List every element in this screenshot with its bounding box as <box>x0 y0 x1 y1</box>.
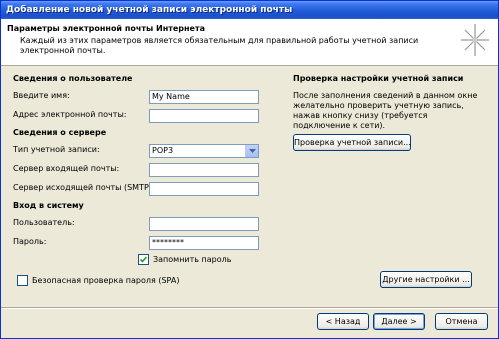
email-input[interactable] <box>149 109 259 123</box>
back-button[interactable]: < Назад <box>317 313 369 330</box>
test-account-button[interactable]: Проверка учетной записи... <box>293 134 411 151</box>
server-info-section-label: Сведения о сервере <box>13 128 107 137</box>
user-label: Пользователь: <box>13 218 75 227</box>
footer-divider <box>1 307 498 309</box>
next-button[interactable]: Далее > <box>373 313 425 330</box>
login-section-label: Вход в систему <box>13 201 84 210</box>
account-type-label: Тип учетной записи: <box>13 145 100 154</box>
incoming-server-label: Сервер входящей почты: <box>13 164 120 173</box>
name-input[interactable]: My Name <box>149 90 259 104</box>
spa-label[interactable]: Безопасная проверка пароля (SPA) <box>32 276 179 285</box>
cancel-button[interactable]: Отмена <box>435 313 488 330</box>
checkmark-icon <box>140 256 147 263</box>
chevron-down-icon[interactable] <box>245 145 258 157</box>
more-settings-button[interactable]: Другие настройки ... <box>380 271 472 288</box>
user-info-section-label: Сведения о пользователе <box>13 74 133 83</box>
spa-checkbox[interactable] <box>17 275 28 286</box>
outgoing-server-input[interactable] <box>149 182 259 196</box>
test-settings-description: После заполнения сведений в данном окне … <box>293 91 478 130</box>
name-label: Введите имя: <box>13 91 70 100</box>
incoming-server-input[interactable] <box>149 163 259 177</box>
user-input[interactable] <box>149 217 259 231</box>
header-description: Каждый из этих параметров является обяза… <box>20 36 419 55</box>
outgoing-server-label: Сервер исходящей почты (SMTP): <box>13 183 155 192</box>
sparkle-wizard-icon <box>457 22 493 60</box>
wizard-content: Сведения о пользователе Введите имя: My … <box>1 67 498 307</box>
test-settings-section-label: Проверка настройки учетной записи <box>293 74 464 83</box>
wizard-window: Добавление новой учетной записи электрон… <box>0 0 499 339</box>
wizard-header: Параметры электронной почты Интернета Ка… <box>1 19 498 66</box>
remember-password-label[interactable]: Запомнить пароль <box>153 255 231 264</box>
account-type-select[interactable]: POP3 <box>149 144 259 158</box>
account-type-value: POP3 <box>152 146 174 155</box>
email-label: Адрес электронной почты: <box>13 110 127 119</box>
password-label: Пароль: <box>13 237 47 246</box>
header-title: Параметры электронной почты Интернета <box>7 24 205 33</box>
remember-password-checkbox[interactable] <box>138 254 149 265</box>
window-titlebar[interactable]: Добавление новой учетной записи электрон… <box>1 1 498 19</box>
password-input[interactable]: ******** <box>149 236 259 250</box>
